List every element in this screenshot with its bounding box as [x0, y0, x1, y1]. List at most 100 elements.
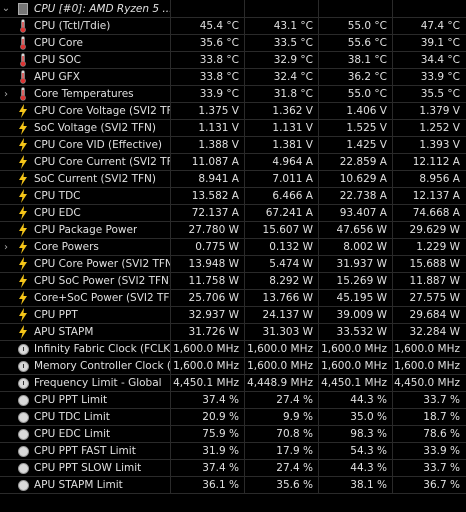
sensor-value-minimum: 43.1 °C: [244, 18, 318, 34]
sensor-value-current: 33.8 °C: [170, 69, 244, 85]
sensor-value-current: 8.941 A: [170, 171, 244, 187]
bolt-icon: [16, 104, 30, 118]
sensor-label: CPU Core Power (SVI2 TFN): [34, 258, 170, 270]
sensor-row[interactable]: CPU Core 35.6 °C 33.5 °C 55.6 °C 39.1 °C: [0, 35, 466, 52]
chevron-right-icon[interactable]: ›: [0, 242, 12, 253]
sensor-value-minimum: 27.4 %: [244, 460, 318, 476]
sensor-row[interactable]: CPU Package Power 27.780 W 15.607 W 47.656 …: [0, 222, 466, 239]
sensor-name-cell: CPU Core Current (SVI2 TFN): [0, 154, 170, 170]
sensor-value-minimum: 31.303 W: [244, 324, 318, 340]
gauge-icon: [16, 393, 30, 407]
sensor-value-average: 32.284 W: [392, 324, 465, 340]
sensor-value-current: 35.6 °C: [170, 35, 244, 51]
sensor-row[interactable]: Core+SoC Power (SVI2 TFN) 25.706 W 13.766 …: [0, 290, 466, 307]
sensor-row[interactable]: CPU Core Power (SVI2 TFN) 13.948 W 5.474 W…: [0, 256, 466, 273]
sensor-row[interactable]: CPU PPT FAST Limit 31.9 % 17.9 % 54.3 % 33.9…: [0, 443, 466, 460]
sensor-label: Memory Controller Clock (UCLK): [34, 360, 170, 372]
sensor-row[interactable]: APU GFX 33.8 °C 32.4 °C 36.2 °C 33.9 °C: [0, 69, 466, 86]
sensor-value-maximum: 22.859 A: [318, 154, 392, 170]
sensor-row[interactable]: CPU Core Current (SVI2 TFN) 11.087 A 4.964…: [0, 154, 466, 171]
sensor-value-current: 32.937 W: [170, 307, 244, 323]
sensor-row[interactable]: APU STAPM Limit 36.1 % 35.6 % 38.1 % 36.7 %: [0, 477, 466, 494]
sensor-row[interactable]: Infinity Fabric Clock (FCLK) 1,600.0 MHz 1…: [0, 341, 466, 358]
sensor-value-minimum: 1,600.0 MHz: [244, 358, 318, 374]
sensor-value-current: 72.137 A: [170, 205, 244, 221]
header-value-cell: [170, 0, 244, 17]
sensor-row[interactable]: Memory Controller Clock (UCLK) 1,600.0 MH…: [0, 358, 466, 375]
sensor-name-cell: Infinity Fabric Clock (FCLK): [0, 341, 170, 357]
sensor-label: CPU PPT FAST Limit: [34, 445, 136, 457]
sensor-row[interactable]: CPU PPT Limit 37.4 % 27.4 % 44.3 % 33.7 %: [0, 392, 466, 409]
sensor-label: CPU Core: [34, 37, 83, 49]
sensor-value-current: 37.4 %: [170, 460, 244, 476]
sensor-row[interactable]: CPU PPT SLOW Limit 37.4 % 27.4 % 44.3 % 33.7…: [0, 460, 466, 477]
sensor-value-average: 34.4 °C: [392, 52, 465, 68]
sensor-name-cell: CPU PPT: [0, 307, 170, 323]
sensor-name-cell: CPU EDC Limit: [0, 426, 170, 442]
sensor-row[interactable]: CPU PPT 32.937 W 24.137 W 39.009 W 29.684 W: [0, 307, 466, 324]
sensor-value-maximum: 44.3 %: [318, 392, 392, 408]
sensor-value-maximum: 98.3 %: [318, 426, 392, 442]
thermometer-icon: [16, 87, 30, 101]
sensor-value-maximum: 1.406 V: [318, 103, 392, 119]
sensor-label: CPU TDC Limit: [34, 411, 110, 423]
sensor-value-minimum: 1.381 V: [244, 137, 318, 153]
sensor-value-maximum: 1.425 V: [318, 137, 392, 153]
header-value-cell: [244, 0, 318, 17]
sensor-value-average: 1.393 V: [392, 137, 465, 153]
clock-icon: [16, 342, 30, 356]
sensor-name-cell: CPU TDC: [0, 188, 170, 204]
sensor-label: CPU SoC Power (SVI2 TFN): [34, 275, 170, 287]
chevron-right-icon[interactable]: ›: [0, 89, 12, 100]
sensor-value-current: 33.9 °C: [170, 86, 244, 102]
sensor-value-minimum: 33.5 °C: [244, 35, 318, 51]
bolt-icon: [16, 155, 30, 169]
bolt-icon: [16, 257, 30, 271]
sensor-row[interactable]: CPU EDC Limit 75.9 % 70.8 % 98.3 % 78.6 %: [0, 426, 466, 443]
sensor-label: APU STAPM Limit: [34, 479, 123, 491]
sensor-name-cell: Memory Controller Clock (UCLK): [0, 358, 170, 374]
bolt-icon: [16, 308, 30, 322]
sensor-value-current: 1,600.0 MHz: [170, 341, 244, 357]
sensor-value-minimum: 6.466 A: [244, 188, 318, 204]
sensor-value-maximum: 38.1 °C: [318, 52, 392, 68]
sensor-value-maximum: 55.0 °C: [318, 86, 392, 102]
sensor-name-cell: CPU Core Power (SVI2 TFN): [0, 256, 170, 272]
sensor-name-cell: CPU EDC: [0, 205, 170, 221]
chevron-down-icon[interactable]: ⌄: [0, 3, 12, 14]
sensor-value-minimum: 27.4 %: [244, 392, 318, 408]
sensor-row[interactable]: › Core Powers 0.775 W 0.132 W 8.002 W 1.229 W: [0, 239, 466, 256]
sensor-row[interactable]: CPU SoC Power (SVI2 TFN) 11.758 W 8.292 W1…: [0, 273, 466, 290]
sensor-row[interactable]: CPU (Tctl/Tdie) 45.4 °C 43.1 °C 55.0 °C 47.4…: [0, 18, 466, 35]
sensor-value-average: 1.379 V: [392, 103, 465, 119]
sensor-name-cell: Core+SoC Power (SVI2 TFN): [0, 290, 170, 306]
sensor-row[interactable]: SoC Current (SVI2 TFN) 8.941 A 7.011 A 10.6…: [0, 171, 466, 188]
sensor-row[interactable]: APU STAPM 31.726 W 31.303 W 33.532 W 32.284 …: [0, 324, 466, 341]
group-header-cpu[interactable]: ⌄ CPU [#0]: AMD Ryzen 5 ...: [0, 0, 466, 18]
sensor-row[interactable]: › Core Temperatures 33.9 °C 31.8 °C 55.0 °C 3…: [0, 86, 466, 103]
sensor-row[interactable]: CPU EDC 72.137 A 67.241 A 93.407 A 74.668 A: [0, 205, 466, 222]
bolt-icon: [16, 291, 30, 305]
sensor-value-maximum: 4,450.1 MHz: [318, 375, 392, 391]
sensor-row[interactable]: CPU TDC 13.582 A 6.466 A 22.738 A 12.137 A: [0, 188, 466, 205]
sensor-value-average: 29.629 W: [392, 222, 465, 238]
sensor-label: Infinity Fabric Clock (FCLK): [34, 343, 170, 355]
sensor-value-minimum: 7.011 A: [244, 171, 318, 187]
sensor-row[interactable]: Frequency Limit - Global 4,450.1 MHz 4,448…: [0, 375, 466, 392]
sensor-value-minimum: 4,448.9 MHz: [244, 375, 318, 391]
sensor-value-maximum: 8.002 W: [318, 239, 392, 255]
cpu-chip-icon: [16, 2, 30, 16]
sensor-row[interactable]: CPU Core VID (Effective) 1.388 V 1.381 V 1.…: [0, 137, 466, 154]
sensor-row[interactable]: SoC Voltage (SVI2 TFN) 1.131 V 1.131 V 1.52…: [0, 120, 466, 137]
sensor-value-average: 12.137 A: [392, 188, 465, 204]
sensor-row[interactable]: CPU SOC 33.8 °C 32.9 °C 38.1 °C 34.4 °C: [0, 52, 466, 69]
sensor-row[interactable]: CPU TDC Limit 20.9 % 9.9 % 35.0 % 18.7 %: [0, 409, 466, 426]
sensor-label: CPU Package Power: [34, 224, 138, 236]
sensor-value-average: 18.7 %: [392, 409, 465, 425]
sensor-value-maximum: 55.6 °C: [318, 35, 392, 51]
sensor-value-maximum: 35.0 %: [318, 409, 392, 425]
sensor-value-minimum: 67.241 A: [244, 205, 318, 221]
sensor-row[interactable]: CPU Core Voltage (SVI2 TFN) 1.375 V 1.362 …: [0, 103, 466, 120]
sensor-name-cell: CPU Core: [0, 35, 170, 51]
sensor-label: Core+SoC Power (SVI2 TFN): [34, 292, 170, 304]
